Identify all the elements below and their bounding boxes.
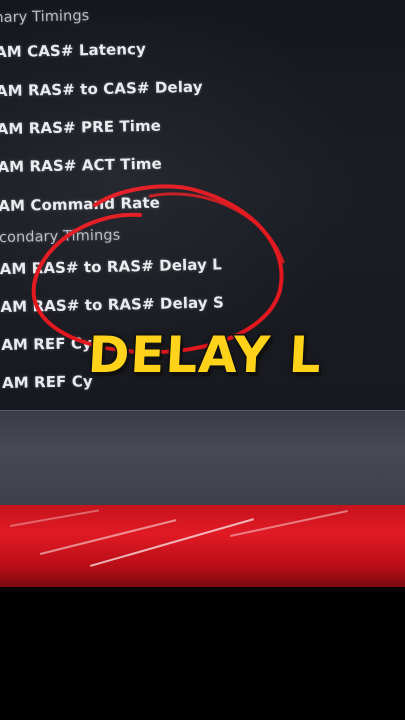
secondary-timings-header: condary Timings [0,227,121,247]
light-streak [230,510,348,537]
laptop-bezel [0,410,405,511]
setting-cas-latency[interactable]: AM CAS# Latency [0,40,146,61]
setting-ras-to-ras-delay-l[interactable]: AM RAS# to RAS# Delay L [0,255,222,278]
setting-ras-to-cas-delay[interactable]: AM RAS# to CAS# Delay [0,78,203,100]
bottom-letterbox [0,587,405,720]
light-streak [10,509,99,527]
laptop-deck [0,505,405,587]
setting-ras-pre-time[interactable]: AM RAS# PRE Time [0,117,161,138]
setting-command-rate[interactable]: AM Command Rate [0,194,160,215]
setting-ras-act-time[interactable]: AM RAS# ACT Time [0,155,162,176]
light-streak [40,519,177,555]
setting-ras-to-ras-delay-s[interactable]: AM RAS# to RAS# Delay S [0,293,224,316]
caption-text: DELAY L [85,325,325,386]
video-frame: nary Timings AM CAS# Latency AM RAS# to … [0,0,405,720]
setting-ref-cycle-1[interactable]: AM REF Cy [1,334,92,354]
setting-ref-cycle-2[interactable]: AM REF Cy [2,372,93,392]
primary-timings-header: nary Timings [0,8,90,27]
bios-screen: nary Timings AM CAS# Latency AM RAS# to … [0,0,405,410]
light-streak [90,518,254,567]
